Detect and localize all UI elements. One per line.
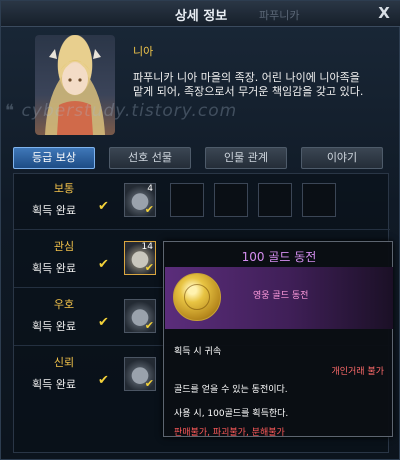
- grade-label: 우호: [53, 298, 75, 311]
- watermark: ❝ cyberstudy.tistory.com: [5, 101, 238, 121]
- check-icon: ✔: [98, 373, 109, 388]
- item-count: 14: [141, 242, 153, 252]
- npc-name: 니아: [133, 45, 154, 58]
- npc-description: 파푸니카 니아 마을의 족장. 어린 나이에 니아족을 맡게 되어, 족장으로서…: [133, 71, 364, 98]
- tab-grade-reward[interactable]: 등급 보상: [13, 147, 95, 169]
- window-title: 상세 정보: [174, 9, 228, 24]
- check-icon: ✔: [98, 257, 109, 272]
- tooltip-restrictions: 판매불가, 파괴불가, 분해불가: [174, 428, 285, 438]
- background-window-title: 파푸니카: [259, 9, 300, 22]
- empty-reward-slot: [170, 183, 204, 217]
- check-icon: ✔: [98, 199, 109, 214]
- check-icon: ✔: [98, 315, 109, 330]
- close-button[interactable]: X: [375, 4, 393, 22]
- item-tooltip: 100 골드 동전 영웅 골드 동전 획득 시 귀속 개인거래 불가 골드를 얻…: [163, 241, 393, 438]
- tab-relationships[interactable]: 인물 관계: [205, 147, 287, 169]
- reward-status: 획득 완료: [32, 204, 76, 217]
- reward-item-slot[interactable]: ✔: [124, 299, 156, 333]
- tooltip-item-grade-name: 영웅 골드 동전: [253, 291, 309, 301]
- reward-status: 획득 완료: [32, 378, 76, 391]
- check-icon: ✔: [144, 377, 154, 390]
- detail-info-window: 상세 정보 파푸니카 X 니아 파푸니카 니아 마을의 족장. 어린 나이에 니…: [0, 0, 400, 460]
- grade-label: 관심: [53, 240, 75, 253]
- gold-coin-icon: [173, 273, 221, 321]
- title-bar[interactable]: 상세 정보 파푸니카 X: [1, 1, 400, 27]
- empty-reward-slot: [214, 183, 248, 217]
- item-count: 4: [147, 184, 153, 194]
- reward-row-normal: 보통 획득 완료 ✔ 4 ✔: [14, 174, 390, 230]
- tab-preferred-gift[interactable]: 선호 선물: [109, 147, 191, 169]
- reward-item-slot[interactable]: ✔: [124, 357, 156, 391]
- grade-label: 신뢰: [53, 356, 75, 369]
- reward-item-slot[interactable]: 14 ✔: [124, 241, 156, 275]
- check-icon: ✔: [144, 319, 154, 332]
- tooltip-trade-info: 개인거래 불가: [331, 367, 384, 377]
- tooltip-header: 영웅 골드 동전: [165, 267, 393, 329]
- tooltip-description: 골드를 얻을 수 있는 동전이다.: [174, 385, 288, 395]
- empty-reward-slot: [258, 183, 292, 217]
- tooltip-title: 100 골드 동전: [241, 250, 317, 264]
- coin-emblem: [184, 284, 210, 310]
- check-icon: ✔: [144, 203, 154, 216]
- reward-status: 획득 완료: [32, 262, 76, 275]
- tab-bar: 등급 보상 선호 선물 인물 관계 이야기: [13, 147, 389, 169]
- reward-status: 획득 완료: [32, 320, 76, 333]
- check-icon: ✔: [144, 261, 154, 274]
- empty-reward-slot: [302, 183, 336, 217]
- reward-item-slot[interactable]: 4 ✔: [124, 183, 156, 217]
- grade-label: 보통: [53, 182, 75, 195]
- tab-story[interactable]: 이야기: [301, 147, 383, 169]
- tooltip-use-effect: 사용 시, 100골드를 획득한다.: [174, 409, 289, 419]
- tooltip-bind-info: 획득 시 귀속: [174, 347, 222, 357]
